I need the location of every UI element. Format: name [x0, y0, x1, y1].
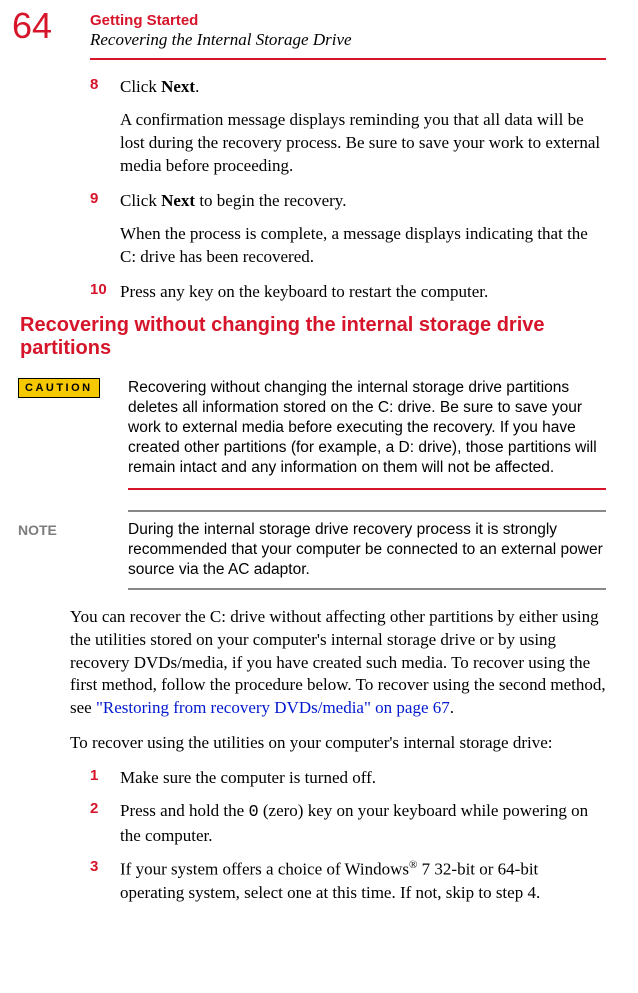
subsection-title: Recovering the Internal Storage Drive — [90, 30, 638, 50]
heading-recovering-partitions: Recovering without changing the internal… — [20, 314, 606, 360]
step-number: 3 — [90, 858, 120, 905]
note-block: NOTE During the internal storage drive r… — [90, 520, 606, 580]
note-label: NOTE — [18, 520, 128, 580]
step-3: 3 If your system offers a choice of Wind… — [90, 858, 606, 905]
caution-divider — [128, 488, 606, 490]
link-restoring-dvds[interactable]: "Restoring from recovery DVDs/media" on … — [96, 698, 450, 717]
note-text: During the internal storage drive recove… — [128, 520, 606, 580]
step-text: Press any key on the keyboard to restart… — [120, 281, 606, 304]
page-number: 64 — [0, 8, 90, 44]
step-8: 8 Click Next. — [90, 76, 606, 99]
step-text: Make sure the computer is turned off. — [120, 767, 606, 790]
caution-label-wrapper: CAUTION — [18, 378, 128, 479]
step-10: 10 Press any key on the keyboard to rest… — [90, 281, 606, 304]
section-title: Getting Started — [90, 12, 638, 29]
note-divider-top — [128, 510, 606, 512]
header-titles: Getting Started Recovering the Internal … — [90, 8, 638, 50]
step-number: 9 — [90, 190, 120, 213]
step-1: 1 Make sure the computer is turned off. — [90, 767, 606, 790]
step-number: 8 — [90, 76, 120, 99]
main-content: 8 Click Next. A confirmation message dis… — [0, 76, 638, 905]
caution-text: Recovering without changing the internal… — [128, 378, 606, 479]
step-sub-text: When the process is complete, a message … — [120, 223, 606, 269]
caution-block: CAUTION Recovering without changing the … — [90, 378, 606, 479]
step-text: Press and hold the 0 (zero) key on your … — [120, 800, 606, 848]
page-header: 64 Getting Started Recovering the Intern… — [0, 0, 638, 54]
step-text: Click Next to begin the recovery. — [120, 190, 606, 213]
step-number: 2 — [90, 800, 120, 848]
step-9: 9 Click Next to begin the recovery. — [90, 190, 606, 213]
header-divider — [90, 58, 606, 60]
step-text: Click Next. — [120, 76, 606, 99]
paragraph-1: You can recover the C: drive without aff… — [70, 606, 606, 721]
caution-label: CAUTION — [18, 378, 100, 398]
step-number: 1 — [90, 767, 120, 790]
note-divider-bottom — [128, 588, 606, 590]
step-text: If your system offers a choice of Window… — [120, 858, 606, 905]
step-sub-text: A confirmation message displays remindin… — [120, 109, 606, 178]
paragraph-2: To recover using the utilities on your c… — [70, 732, 606, 755]
step-2: 2 Press and hold the 0 (zero) key on you… — [90, 800, 606, 848]
step-number: 10 — [90, 281, 120, 304]
